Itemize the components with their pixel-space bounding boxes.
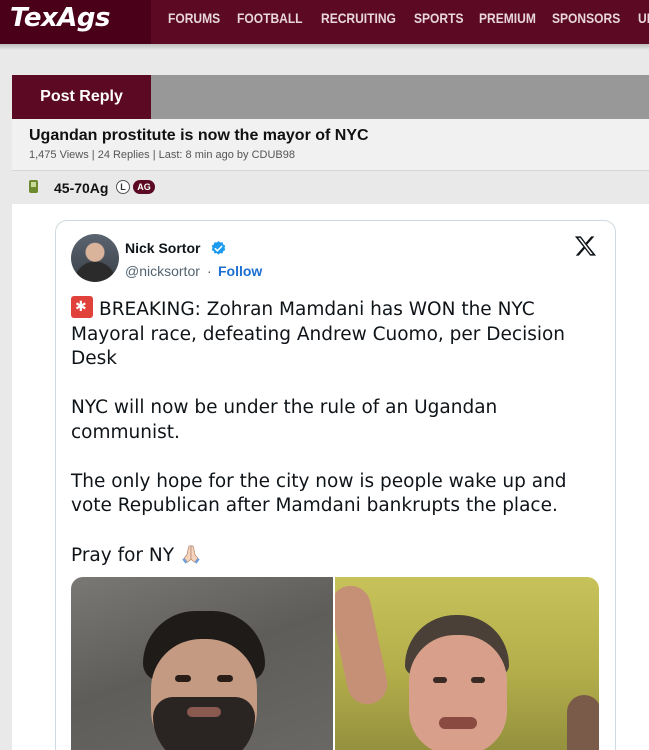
reply-toolbar: Post Reply xyxy=(12,75,649,119)
lifetime-badge: L xyxy=(116,180,130,194)
top-nav-bar: TexAgs FORUMS FOOTBALL RECRUITING SPORTS… xyxy=(0,0,649,44)
nav-forums[interactable]: FORUMS xyxy=(168,10,220,26)
nav-united[interactable]: UNITED xyxy=(638,10,649,26)
post-reply-button[interactable]: Post Reply xyxy=(12,75,151,119)
nav-sponsors[interactable]: SPONSORS xyxy=(552,10,620,26)
site-logo[interactable]: TexAgs xyxy=(10,3,111,33)
thread-header: Ugandan prostitute is now the mayor of N… xyxy=(12,119,649,171)
nav-sports[interactable]: SPORTS xyxy=(414,10,464,26)
poster-row: 45-70Ag L AG xyxy=(12,172,649,204)
avatar[interactable] xyxy=(71,234,119,282)
tweet-media[interactable] xyxy=(71,577,599,750)
thread-meta: 1,475 Views | 24 Replies | Last: 8 min a… xyxy=(29,149,295,161)
nav-recruiting[interactable]: RECRUITING xyxy=(321,10,396,26)
follow-link[interactable]: Follow xyxy=(218,263,262,279)
poster-username[interactable]: 45-70Ag xyxy=(54,180,108,196)
tweet-paragraph-4: Pray for NY xyxy=(71,545,175,566)
tweet-handle[interactable]: @nicksortor xyxy=(125,263,200,279)
x-logo-icon[interactable] xyxy=(574,235,597,257)
pray-icon xyxy=(182,545,200,564)
tweet-paragraph-1: BREAKING: Zohran Mamdani has WON the NYC… xyxy=(71,299,571,369)
embedded-tweet[interactable]: Nick Sortor @nicksortor · Follow BREAKIN… xyxy=(55,220,616,750)
tweet-text: BREAKING: Zohran Mamdani has WON the NYC… xyxy=(71,296,611,569)
separator-dot: · xyxy=(207,263,212,279)
nav-football[interactable]: FOOTBALL xyxy=(237,10,303,26)
ag-badge: AG xyxy=(133,180,155,194)
nav-shadow xyxy=(0,44,649,50)
verified-icon xyxy=(211,241,226,255)
tweet-paragraph-2: NYC will now be under the rule of an Uga… xyxy=(71,397,504,443)
nav-premium[interactable]: PREMIUM xyxy=(479,10,536,26)
tweet-paragraph-3: The only hope for the city now is people… xyxy=(71,470,573,517)
photo-cuomo[interactable] xyxy=(335,577,599,750)
siren-icon xyxy=(71,296,93,318)
photo-mamdani[interactable] xyxy=(71,577,333,750)
thread-title: Ugandan prostitute is now the mayor of N… xyxy=(29,127,369,144)
tweet-author-name[interactable]: Nick Sortor xyxy=(125,240,200,256)
phone-icon xyxy=(29,180,38,193)
main-nav: FORUMS FOOTBALL RECRUITING SPORTS PREMIU… xyxy=(168,0,649,36)
logo-area[interactable]: TexAgs xyxy=(0,0,151,44)
